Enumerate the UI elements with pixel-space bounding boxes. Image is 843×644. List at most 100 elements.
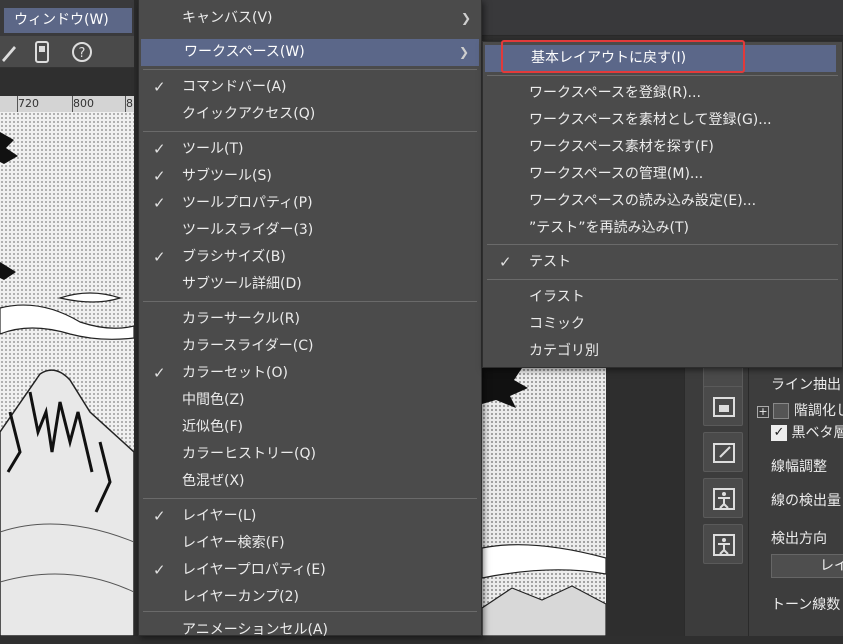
menu-item-label: コマンドバー(A) (182, 79, 287, 95)
menu-separator (143, 611, 477, 612)
menu-item[interactable]: ツールスライダー(3) (139, 217, 481, 244)
chevron-right-icon: ❯ (460, 11, 471, 25)
detect-direction-label: 検出方向 (771, 531, 827, 547)
menu-item[interactable]: ✓ サブツール(S) (139, 163, 481, 190)
menu-separator (487, 75, 838, 76)
menu-item[interactable]: カラーサークル(R) (139, 306, 481, 333)
check-icon: ✓ (153, 248, 166, 266)
check-icon: ✓ (153, 364, 166, 382)
submenu-item-label: カテゴリ別 (529, 343, 599, 359)
menu-item-label: レイヤー検索(F) (182, 535, 285, 551)
menu-item[interactable]: カラースライダー(C) (139, 333, 481, 360)
chevron-right-icon: ❯ (458, 45, 469, 59)
tablet-icon[interactable] (30, 40, 54, 64)
panel-iconbar (684, 364, 748, 636)
menu-separator (143, 69, 477, 70)
menubar-tail (482, 0, 843, 36)
menu-item-label: ワークスペース(W) (184, 44, 305, 60)
submenu-item[interactable]: コミック (483, 311, 842, 338)
menu-item[interactable]: 近似色(F) (139, 414, 481, 441)
submenu-item[interactable]: カテゴリ別 (483, 338, 842, 365)
submenu-item[interactable]: ワークスペース素材を探す(F) (483, 134, 842, 161)
menu-item-label: カラーサークル(R) (182, 311, 300, 327)
submenu-item[interactable]: ワークスペースの管理(M)... (483, 161, 842, 188)
checkbox-checked-icon[interactable]: ✓ (771, 425, 787, 441)
menu-item[interactable]: サブツール詳細(D) (139, 271, 481, 298)
line-extract-label: ライン抽出 (771, 377, 841, 393)
menu-item[interactable]: レイヤーカンプ(2) (139, 584, 481, 611)
submenu-item[interactable]: ”テスト”を再読み込み(T) (483, 215, 842, 242)
submenu-item[interactable]: ワークスペースの読み込み設定(E)... (483, 188, 842, 215)
expand-icon[interactable]: + (757, 406, 769, 418)
check-icon: ✓ (153, 194, 166, 212)
horizontal-ruler: 720 800 8 (0, 96, 134, 112)
menu-item[interactable]: ✓ レイヤー(L) (139, 503, 481, 530)
menu-item[interactable]: 中間色(Z) (139, 387, 481, 414)
submenu-item-label: イラスト (529, 289, 585, 305)
detect-direction-select[interactable]: レイ (771, 554, 843, 578)
menu-item[interactable]: カラーヒストリー(Q) (139, 441, 481, 468)
menu-item-label: 色混ぜ(X) (182, 473, 245, 489)
menu-separator (143, 301, 477, 302)
checkbox[interactable] (773, 403, 790, 419)
help-icon[interactable]: ? (70, 40, 94, 64)
line-detect-label: 線の検出量 (771, 493, 841, 509)
menu-item[interactable]: 色混ぜ(X) (139, 468, 481, 495)
figure-icon[interactable] (703, 478, 743, 518)
manga-illustration-right (482, 368, 606, 636)
layer-image-icon[interactable] (703, 386, 743, 426)
menu-item-label: カラーセット(O) (182, 365, 288, 381)
gradation-row[interactable]: + 階調化し (757, 400, 843, 420)
submenu-item-label: テスト (529, 254, 571, 270)
check-icon: ✓ (499, 253, 512, 271)
ruler-tick-label: 800 (73, 97, 94, 110)
menu-item[interactable]: アニメーションセル(A) (139, 617, 481, 644)
check-icon: ✓ (153, 78, 166, 96)
figure-icon[interactable] (703, 524, 743, 564)
menu-item[interactable]: ✓ カラーセット(O) (139, 360, 481, 387)
menu-item-label: レイヤー(L) (182, 508, 257, 524)
check-icon: ✓ (153, 140, 166, 158)
menu-item-label: サブツール詳細(D) (182, 276, 302, 292)
canvas-area-right[interactable] (482, 368, 606, 636)
command-bar: ? (0, 36, 134, 68)
ruler-tick-label: 8 (126, 97, 133, 110)
menu-separator (143, 131, 477, 132)
black-fill-row[interactable]: ✓ 黒ベタ層 (771, 422, 843, 442)
submenu-item-label: ワークスペースを登録(R)... (529, 85, 701, 101)
submenu-item[interactable]: ✓ テスト (483, 249, 842, 276)
menu-item-label: 中間色(Z) (182, 392, 245, 408)
menu-item[interactable]: ✓ ツール(T) (139, 136, 481, 163)
layer-property-panel: ライン抽出 + 階調化し ✓ 黒ベタ層 線幅調整 線の検出量 検出方向 レイ ト… (748, 368, 843, 636)
menu-item-label: レイヤーカンプ(2) (182, 589, 299, 605)
black-fill-label: 黒ベタ層 (791, 425, 843, 441)
menu-item[interactable]: ✓ ブラシサイズ(B) (139, 244, 481, 271)
submenu-item-label: ワークスペースの読み込み設定(E)... (529, 193, 757, 209)
menu-item[interactable]: ワークスペース(W) ❯ (141, 39, 479, 66)
menu-item[interactable]: ✓ レイヤープロパティ(E) (139, 557, 481, 584)
submenu-item-label: ”テスト”を再読み込み(T) (529, 220, 689, 236)
gradation-label: 階調化し (793, 403, 843, 419)
submenu-item[interactable]: イラスト (483, 284, 842, 311)
menu-item[interactable]: レイヤー検索(F) (139, 530, 481, 557)
edit-layer-icon[interactable] (703, 432, 743, 472)
menu-item-label: ツール(T) (182, 141, 244, 157)
menu-item[interactable]: ✓ ツールプロパティ(P) (139, 190, 481, 217)
pen-icon[interactable] (0, 40, 24, 64)
menu-separator (487, 244, 838, 245)
submenu-item[interactable]: ワークスペースを素材として登録(G)... (483, 107, 842, 134)
line-width-label: 線幅調整 (771, 459, 827, 475)
check-icon: ✓ (153, 507, 166, 525)
submenu-item[interactable]: ワークスペースを登録(R)... (483, 80, 842, 107)
manga-illustration (0, 132, 134, 636)
submenu-item-label: ワークスペースを素材として登録(G)... (529, 112, 772, 128)
menu-item[interactable]: クイックアクセス(Q) (139, 101, 481, 128)
menu-item[interactable]: キャンバス(V) ❯ (139, 5, 481, 32)
menu-item-label: ツールプロパティ(P) (182, 195, 313, 211)
menu-item[interactable]: ✓ コマンドバー(A) (139, 74, 481, 101)
menu-item-label: カラーヒストリー(Q) (182, 446, 316, 462)
menu-window[interactable]: ウィンドウ(W) (4, 8, 132, 33)
menu-item-label: 近似色(F) (182, 419, 243, 435)
canvas-area[interactable] (0, 112, 134, 636)
tone-lines-label: トーン線数 (771, 597, 841, 613)
